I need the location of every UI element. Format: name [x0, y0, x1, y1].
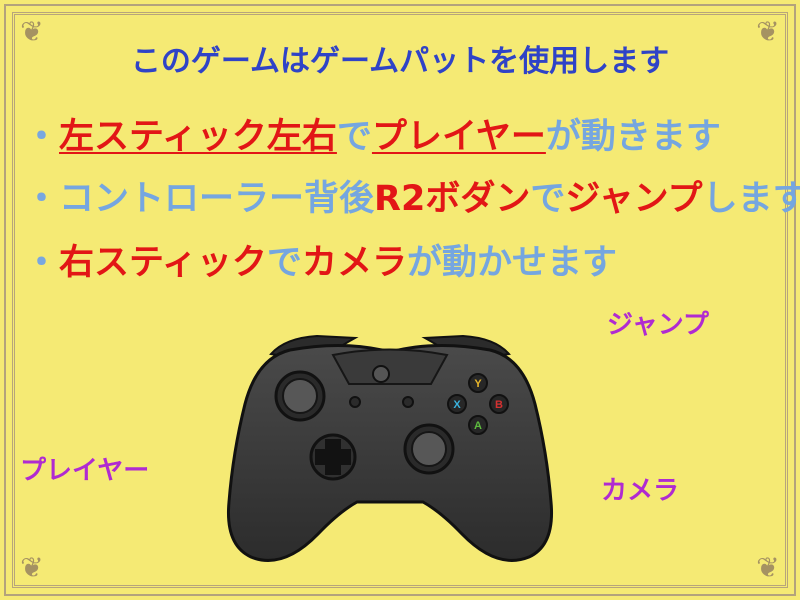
player-text: プレイヤー — [371, 117, 546, 157]
camera-text: カメラ — [301, 243, 407, 283]
action-text: します — [702, 179, 800, 219]
controller-back-text: コントローラー背後 — [59, 179, 375, 219]
bullet: ・ — [24, 179, 60, 219]
right-stick-text: 右スティック — [59, 243, 267, 283]
camera-label: カメラ — [601, 476, 680, 506]
gamepad-icon: Y X B A — [226, 334, 554, 562]
connector-text: で — [336, 117, 372, 157]
right-stick — [411, 431, 447, 467]
guide-button — [372, 365, 390, 383]
r2-button-text: R2ボダン — [374, 179, 531, 219]
b-button-label: B — [495, 399, 503, 411]
jump-text: ジャンプ — [565, 179, 703, 219]
a-button-label: A — [474, 420, 482, 432]
corner-ornament-icon: ❦ — [756, 551, 780, 584]
left-stick — [282, 378, 318, 414]
connector-text: で — [530, 179, 566, 219]
page-title: このゲームはゲームパットを使用します — [130, 44, 670, 79]
left-stick-text: 左スティック左右 — [59, 117, 337, 157]
bullet: ・ — [24, 117, 60, 157]
bullet: ・ — [24, 243, 60, 283]
action-text: が動きます — [545, 117, 721, 157]
y-button-label: Y — [474, 378, 482, 390]
corner-ornament-icon: ❦ — [20, 551, 44, 584]
instruction-line-2: ・コントローラー背後R2ボダンでジャンプします — [24, 170, 800, 221]
player-label: プレイヤー — [20, 456, 150, 486]
instruction-line-3: ・右スティックでカメラが動かせます — [24, 234, 617, 285]
view-button — [349, 396, 361, 408]
connector-text: で — [266, 243, 302, 283]
x-button-label: X — [453, 399, 461, 411]
jump-label: ジャンプ — [607, 310, 709, 340]
instruction-line-1: ・左スティック左右でプレイヤーが動きます — [24, 108, 721, 159]
action-text: が動かせます — [406, 243, 617, 283]
center-panel — [331, 348, 449, 385]
menu-button — [402, 396, 414, 408]
